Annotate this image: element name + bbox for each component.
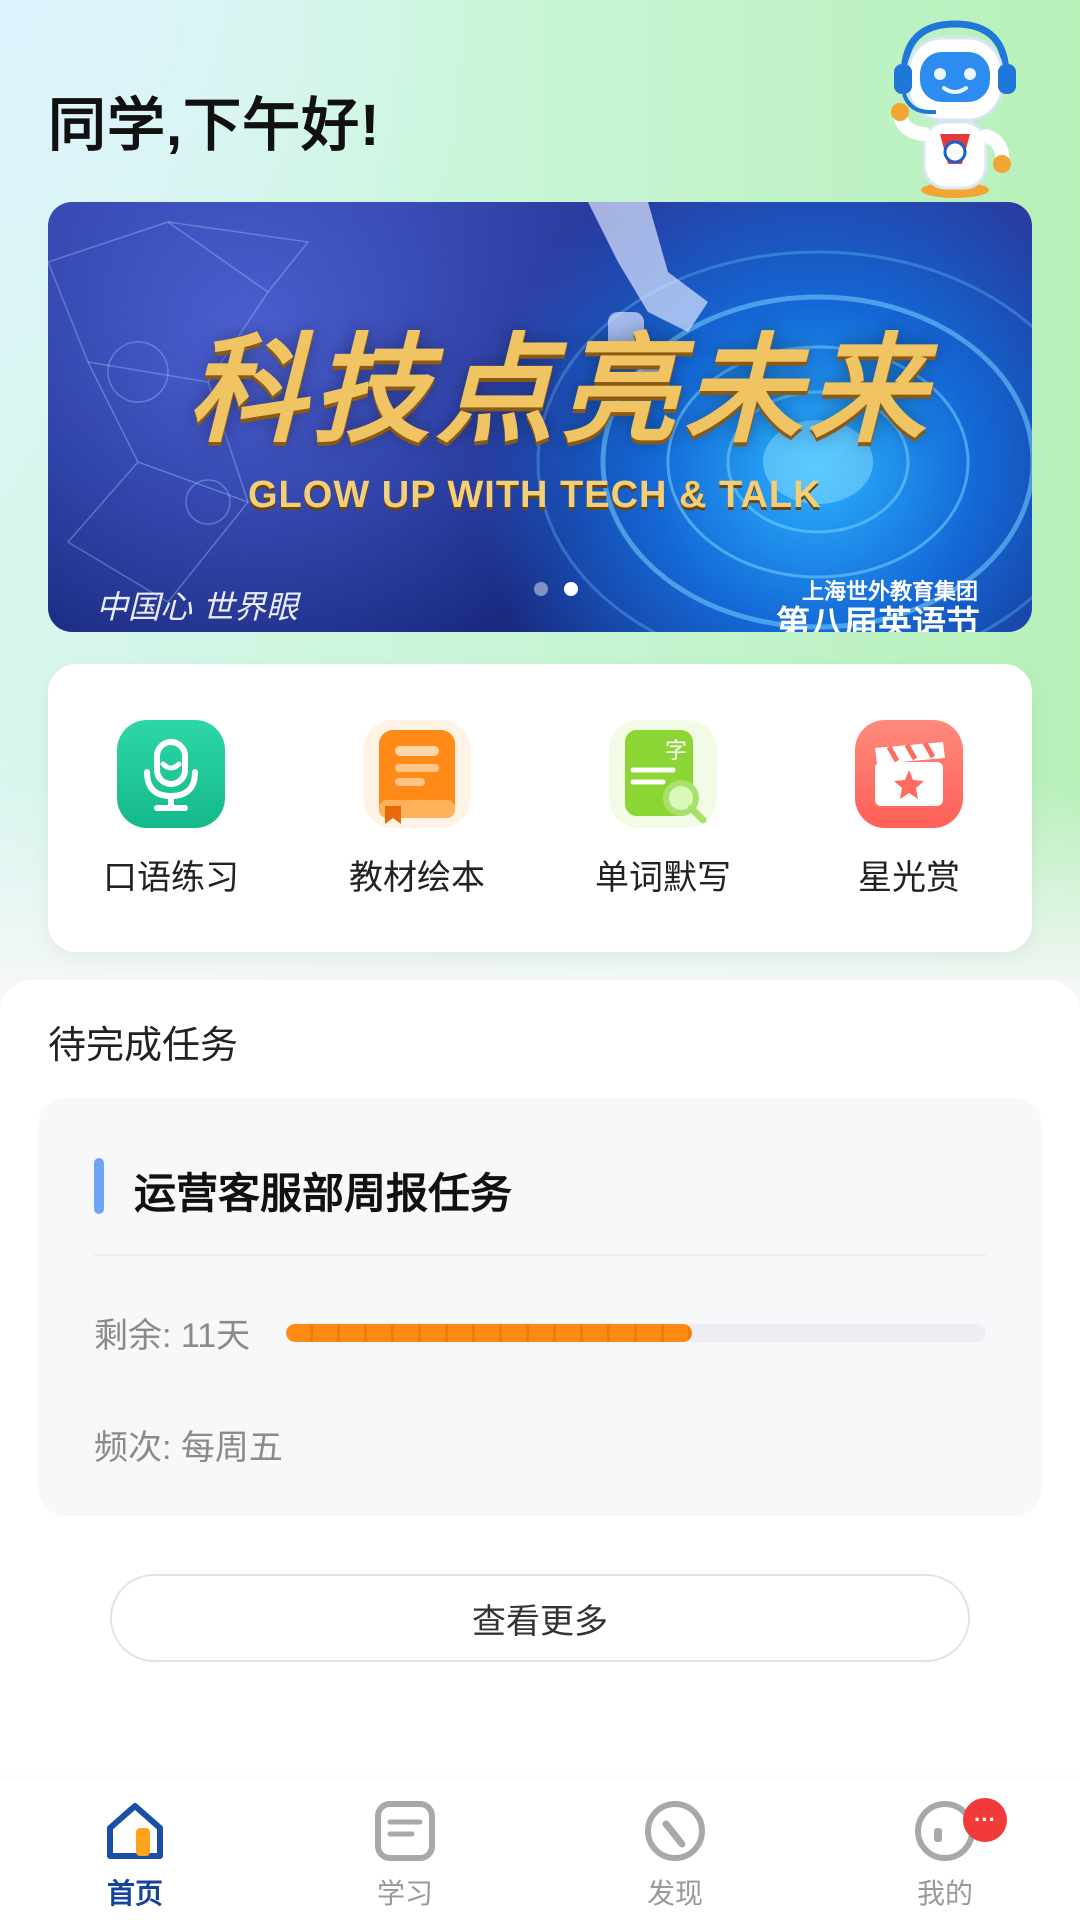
banner-pagination: [534, 582, 578, 596]
nav-item-discover[interactable]: 发现: [575, 1780, 775, 1920]
nav-item-study[interactable]: 学习: [305, 1780, 505, 1920]
greeting-title: 同学,下午好!: [48, 93, 381, 158]
word-notebook-icon: 字: [609, 720, 717, 828]
feature-label: 口语练习: [103, 859, 239, 897]
task-progress-bar: [286, 1324, 986, 1342]
task-remaining: 剩余: 11天: [94, 1317, 251, 1355]
promo-banner[interactable]: 科技点亮未来 GLOW UP WITH TECH & TALK 中国心 世界眼 …: [48, 202, 1032, 632]
clapperboard-star-icon: [855, 720, 963, 828]
home-icon: [102, 1798, 168, 1864]
nav-item-home[interactable]: 首页: [35, 1780, 235, 1920]
feature-starlight[interactable]: 星光赏: [809, 720, 1009, 899]
discover-icon: [642, 1798, 708, 1864]
task-progress-fill: [286, 1324, 692, 1342]
nav-label: 学习: [376, 1878, 433, 1909]
task-frequency: 频次: 每周五: [94, 1429, 283, 1467]
feature-label: 单词默写: [595, 859, 731, 897]
divider: [94, 1254, 986, 1256]
feature-speaking-practice[interactable]: 口语练习: [71, 720, 271, 899]
banner-dot-active[interactable]: [564, 582, 578, 596]
feature-label: 教材绘本: [349, 859, 485, 897]
banner-logo: 中国心 世界眼: [96, 588, 299, 626]
feature-shortcuts: 口语练习 教材绘本 字 单词默写 星光赏: [48, 664, 1032, 952]
feature-word-dictation[interactable]: 字 单词默写: [563, 720, 763, 899]
book-icon: [363, 720, 471, 828]
pending-tasks-section: 待完成任务 运营客服部周报任务 剩余: 11天 频次: 每周五 查看更多: [0, 980, 1080, 1780]
microphone-icon: [117, 720, 225, 828]
nav-label: 首页: [106, 1878, 163, 1909]
section-title: 待完成任务: [48, 1025, 239, 1067]
study-icon: [372, 1798, 438, 1864]
banner-dot[interactable]: [534, 582, 548, 596]
nav-label: 我的: [916, 1878, 973, 1909]
banner-subtitle: GLOW UP WITH TECH & TALK: [248, 474, 822, 516]
task-accent-bar: [94, 1158, 104, 1214]
svg-text:字: 字: [665, 739, 687, 764]
view-more-button[interactable]: 查看更多: [110, 1574, 970, 1662]
nav-label: 发现: [646, 1878, 703, 1909]
task-card[interactable]: 运营客服部周报任务 剩余: 11天 频次: 每周五: [38, 1098, 1042, 1516]
robot-mascot-icon[interactable]: [880, 14, 1030, 204]
feature-label: 星光赏: [858, 859, 960, 897]
notification-badge: ···: [963, 1798, 1007, 1842]
task-name: 运营客服部周报任务: [134, 1170, 513, 1217]
banner-title: 科技点亮未来: [188, 320, 933, 459]
banner-festival: 第八届英语节: [776, 605, 980, 632]
bottom-nav: 首页 学习 发现 ··· 我的: [0, 1780, 1080, 1920]
nav-item-profile[interactable]: ··· 我的: [845, 1780, 1045, 1920]
feature-textbook[interactable]: 教材绘本: [317, 720, 517, 899]
